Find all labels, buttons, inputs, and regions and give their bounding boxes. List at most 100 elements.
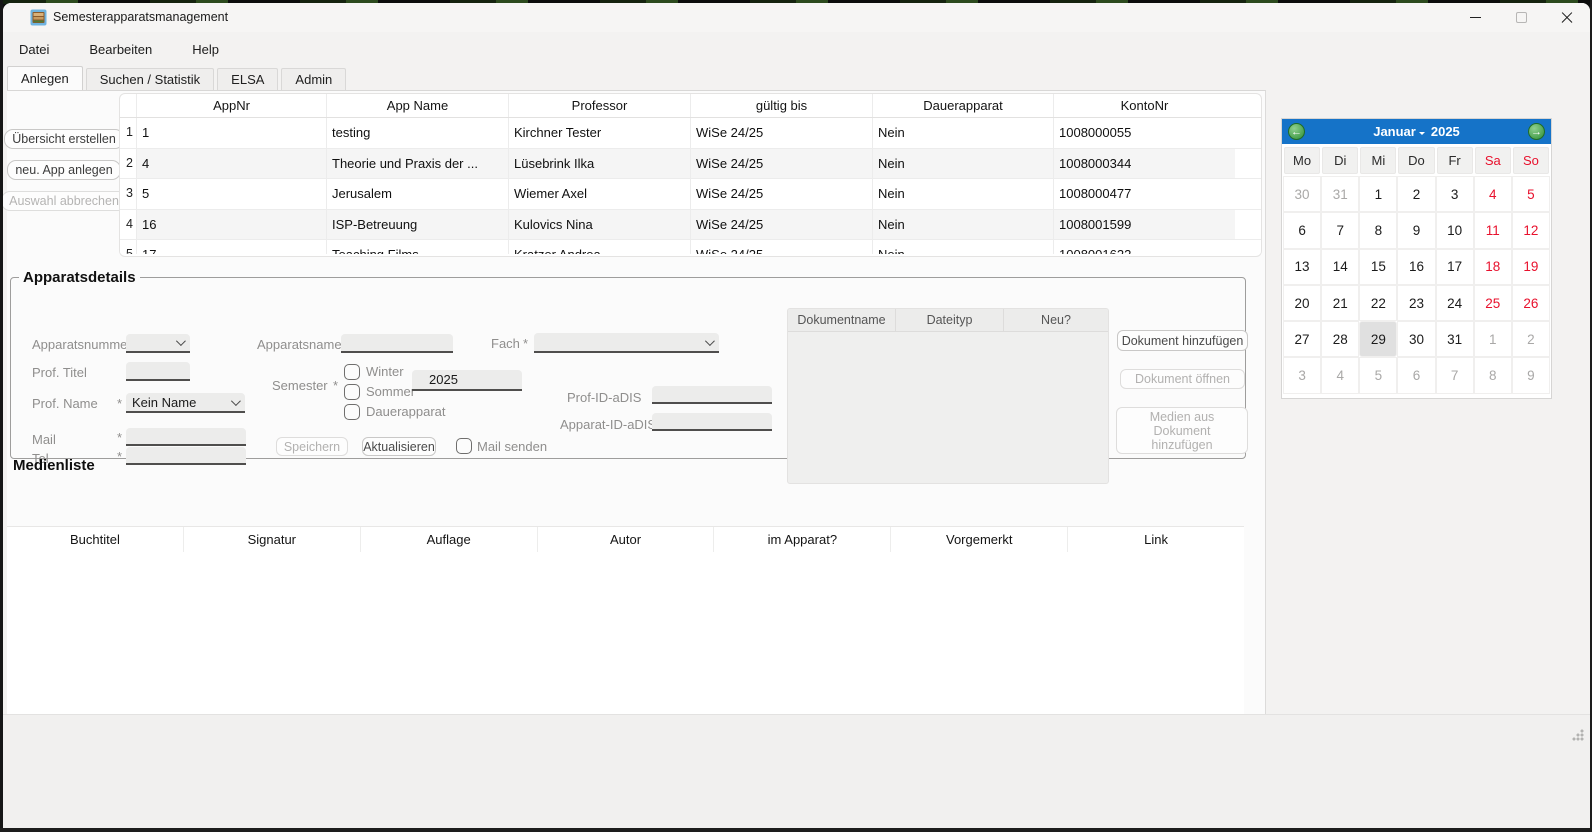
media-column-buchtitel[interactable]: Buchtitel [7,527,183,552]
minimize-button[interactable] [1452,3,1498,32]
tel-field[interactable] [126,447,246,465]
calendar-day[interactable]: 3 [1436,176,1474,212]
menu-datei[interactable]: Datei [8,39,60,60]
column-header-gueltig-bis[interactable]: gültig bis [690,94,872,117]
calendar-day[interactable]: 9 [1512,357,1550,393]
menu-help[interactable]: Help [181,39,230,60]
tab-admin[interactable]: Admin [281,68,346,90]
calendar-day[interactable]: 21 [1321,285,1359,321]
mail-senden-checkbox[interactable] [456,438,472,454]
calendar-day[interactable]: 17 [1436,249,1474,285]
menu-bearbeiten[interactable]: Bearbeiten [78,39,163,60]
calendar-day[interactable]: 12 [1512,212,1550,248]
table-row[interactable]: 517Teaching FilmsKratzer AndreaWiSe 24/2… [120,240,1261,254]
calendar-day[interactable]: 1 [1474,321,1512,357]
calendar-day[interactable]: 18 [1474,249,1512,285]
calendar-day[interactable]: 8 [1359,212,1397,248]
calendar-day[interactable]: 14 [1321,249,1359,285]
fach-select[interactable] [534,333,719,353]
calendar-day[interactable]: 23 [1397,285,1435,321]
prof-name-select[interactable]: Kein Name [126,393,245,413]
calendar-day[interactable]: 29 [1359,321,1397,357]
calendar-day[interactable]: 7 [1321,212,1359,248]
calendar-day[interactable]: 7 [1436,357,1474,393]
prof-id-adis-field[interactable] [652,386,772,404]
media-column-im-apparat[interactable]: im Apparat? [713,527,890,552]
calendar-day[interactable]: 2 [1397,176,1435,212]
column-header-appnr[interactable]: AppNr [136,94,326,117]
apparatsnummer-select[interactable] [126,334,190,353]
table-row[interactable]: 35JerusalemWiemer AxelWiSe 24/25Nein1008… [120,179,1261,210]
calendar-day[interactable]: 4 [1474,176,1512,212]
doc-column-dokumentname[interactable]: Dokumentname [788,309,895,331]
next-month-button[interactable]: → [1528,123,1545,140]
table-row[interactable]: 24Theorie und Praxis der ...Lüsebrink Il… [120,149,1261,180]
calendar-day[interactable]: 25 [1474,285,1512,321]
calendar-day[interactable]: 26 [1512,285,1550,321]
calendar-day[interactable]: 6 [1397,357,1435,393]
calendar-day[interactable]: 27 [1283,321,1321,357]
calendar-day[interactable]: 31 [1321,176,1359,212]
maximize-button[interactable] [1498,3,1544,32]
column-header-kontonr[interactable]: KontoNr [1053,94,1235,117]
calendar-day[interactable]: 5 [1512,176,1550,212]
calendar-day[interactable]: 5 [1359,357,1397,393]
aktualisieren-button[interactable]: Aktualisieren [362,437,436,456]
table-row[interactable]: 416ISP-BetreuungKulovics NinaWiSe 24/25N… [120,210,1261,241]
calendar-day[interactable]: 30 [1283,176,1321,212]
calendar-day[interactable]: 22 [1359,285,1397,321]
previous-month-button[interactable]: ← [1288,123,1305,140]
calendar-day[interactable]: 16 [1397,249,1435,285]
dokument-oeffnen-button[interactable]: Dokument öffnen [1120,369,1245,389]
neu-app-anlegen-button[interactable]: neu. App anlegen [7,160,120,180]
calendar-day[interactable]: 2 [1512,321,1550,357]
doc-column-neu[interactable]: Neu? [1003,309,1108,331]
media-column-link[interactable]: Link [1067,527,1244,552]
title-bar[interactable]: Semesterapparatsmanagement [3,3,1590,32]
calendar-day[interactable]: 28 [1321,321,1359,357]
media-column-signatur[interactable]: Signatur [183,527,360,552]
column-header-dauerapparat[interactable]: Dauerapparat [872,94,1053,117]
sommer-radio[interactable] [344,384,360,400]
uebersicht-erstellen-button[interactable]: Übersicht erstellen [4,129,124,149]
tab-anlegen[interactable]: Anlegen [7,66,83,90]
column-header-professor[interactable]: Professor [508,94,690,117]
calendar-title[interactable]: Januar 2025 [1373,124,1460,139]
media-column-auflage[interactable]: Auflage [360,527,537,552]
tab-suchen-statistik[interactable]: Suchen / Statistik [86,68,214,90]
calendar-day[interactable]: 19 [1512,249,1550,285]
media-column-vorgemerkt[interactable]: Vorgemerkt [890,527,1067,552]
close-button[interactable] [1544,3,1590,32]
prof-titel-field[interactable] [126,362,190,381]
calendar-day[interactable]: 10 [1436,212,1474,248]
dokument-hinzufuegen-button[interactable]: Dokument hinzufügen [1117,330,1248,351]
speichern-button[interactable]: Speichern [276,437,348,456]
column-header-app-name[interactable]: App Name [326,94,508,117]
calendar-day[interactable]: 6 [1283,212,1321,248]
apparatsname-field[interactable] [341,334,453,353]
medien-aus-dokument-button[interactable]: Medien aus Dokument hinzufügen [1116,407,1248,454]
calendar-day[interactable]: 24 [1436,285,1474,321]
calendar-day[interactable]: 13 [1283,249,1321,285]
table-row[interactable]: 11testingKirchner TesterWiSe 24/25Nein10… [120,118,1261,149]
calendar-day[interactable]: 30 [1397,321,1435,357]
mail-field[interactable] [126,428,246,446]
calendar-day[interactable]: 11 [1474,212,1512,248]
calendar-day[interactable]: 9 [1397,212,1435,248]
calendar-day[interactable]: 1 [1359,176,1397,212]
media-column-autor[interactable]: Autor [537,527,714,552]
doc-column-dateityp[interactable]: Dateityp [895,309,1003,331]
calendar-day[interactable]: 31 [1436,321,1474,357]
tab-elsa[interactable]: ELSA [217,68,278,90]
semester-year-field[interactable]: 2025 [412,370,522,391]
apparat-id-adis-field[interactable] [652,413,772,431]
winter-radio[interactable] [344,364,360,380]
calendar-day[interactable]: 4 [1321,357,1359,393]
calendar-day[interactable]: 8 [1474,357,1512,393]
dauerapparat-radio[interactable] [344,404,360,420]
auswahl-abbrechen-button[interactable]: Auswahl abbrechen [3,191,127,211]
calendar-day[interactable]: 15 [1359,249,1397,285]
resize-grip-icon[interactable] [1572,729,1584,741]
calendar-day[interactable]: 20 [1283,285,1321,321]
calendar-day[interactable]: 3 [1283,357,1321,393]
